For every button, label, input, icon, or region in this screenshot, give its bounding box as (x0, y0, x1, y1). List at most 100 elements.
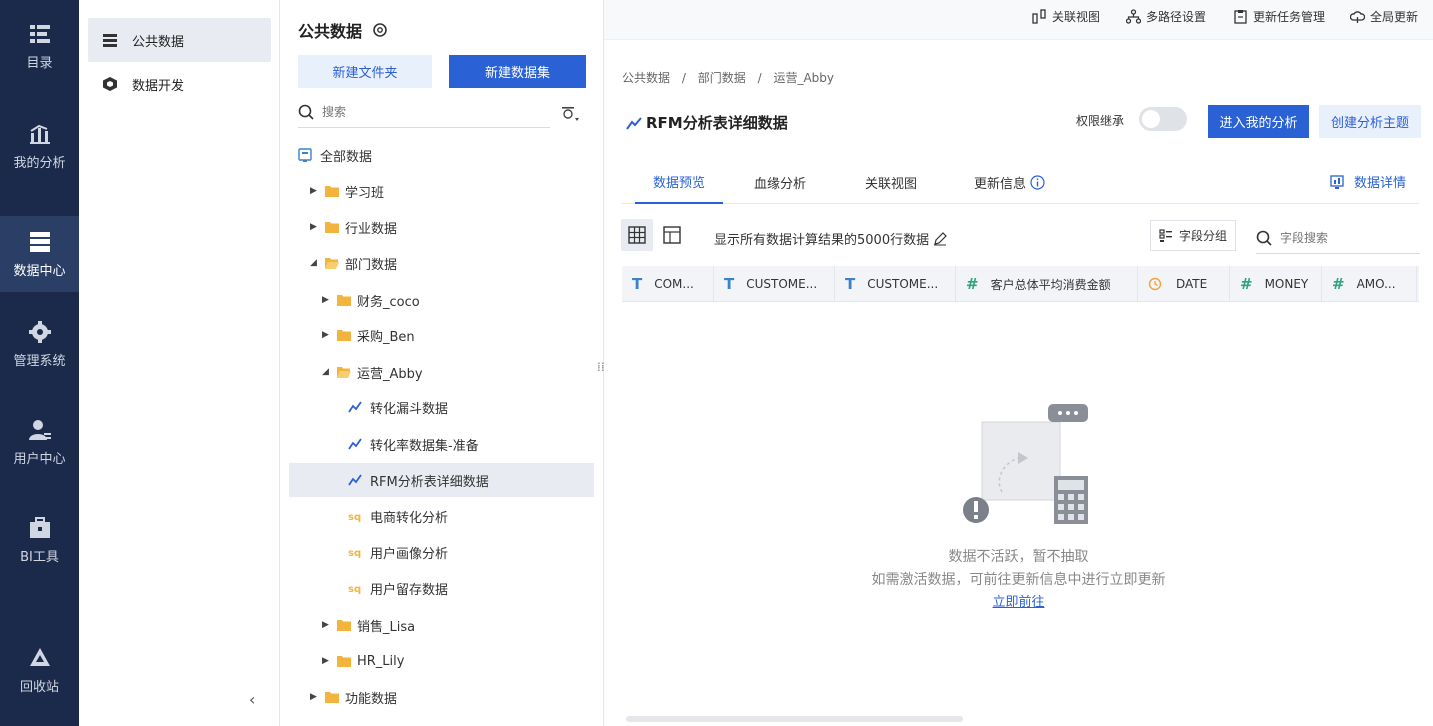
nav-item-catalog[interactable]: 目录 (0, 8, 79, 84)
tree-node-sql-dataset[interactable]: sql 用户留存数据 (348, 571, 448, 605)
cloud-icon (1350, 11, 1365, 23)
data-details-link[interactable]: 数据详情 (1330, 172, 1406, 191)
caret-right-icon[interactable]: ▶ (310, 692, 320, 702)
global-update-button[interactable]: 全局更新 (1350, 8, 1418, 25)
field-search (1256, 222, 1420, 254)
horizontal-scrollbar[interactable] (626, 716, 963, 722)
svg-text:sql: sql (348, 584, 362, 595)
column-name: DATE (1176, 277, 1208, 291)
svg-text:sql: sql (348, 512, 362, 523)
tree-node-folder[interactable]: ▶ 销售_Lisa (322, 608, 415, 642)
go-now-link[interactable]: 立即前往 (604, 591, 1433, 610)
caret-right-icon[interactable]: ▶ (322, 295, 332, 305)
caret-right-icon[interactable]: ▶ (322, 656, 332, 666)
nav-item-bi-tools[interactable]: BI工具 (0, 502, 79, 578)
column-header[interactable]: # AMO... (1322, 266, 1417, 302)
tree-node-label: 用户画像分析 (370, 546, 449, 562)
multipath-settings-button[interactable]: 多路径设置 (1126, 8, 1206, 25)
tree-node-all-data[interactable]: 全部数据 (298, 138, 372, 172)
app-root: 目录 我的分析 数据中心 管理系统 用户中心 BI工具 回收站 公共数据 数据开… (0, 0, 1433, 726)
column-header[interactable]: T CUSTOME... (714, 266, 835, 302)
tab-update-info[interactable]: 更新信息 (974, 160, 1045, 204)
hierarchy-icon (1126, 9, 1141, 24)
nav-item-data-center[interactable]: 数据中心 (0, 216, 79, 292)
tab-related-view[interactable]: 关联视图 (865, 160, 917, 204)
column-header[interactable]: # 客户总体平均消费金额 (956, 266, 1138, 302)
breadcrumb-item[interactable]: 运营_Abby (773, 71, 834, 85)
tree-node-folder[interactable]: ▶ 行业数据 (310, 210, 397, 244)
sort-filter-icon[interactable] (560, 103, 580, 123)
layout-icon (663, 226, 681, 244)
permission-inherit-toggle[interactable] (1139, 107, 1187, 131)
search-input[interactable] (322, 104, 522, 119)
detail-link-label: 数据详情 (1354, 176, 1407, 191)
text-type-icon: T (632, 275, 643, 293)
subnav-item-data-dev[interactable]: 数据开发 (88, 62, 271, 106)
edit-pencil-icon[interactable] (933, 231, 947, 246)
caret-right-icon[interactable]: ▶ (310, 222, 320, 232)
update-task-button[interactable]: 更新任务管理 (1233, 8, 1325, 25)
nav-item-admin[interactable]: 管理系统 (0, 306, 79, 382)
settings-gear-icon[interactable] (372, 22, 388, 38)
tree-node-dataset-selected[interactable]: RFM分析表详细数据 (289, 463, 594, 497)
tab-label: 数据预览 (652, 175, 705, 191)
info-icon[interactable] (1030, 174, 1045, 190)
tree-node-label: 转化率数据集-准备 (370, 438, 479, 454)
create-analysis-topic-button[interactable]: 创建分析主题 (1319, 105, 1421, 138)
tree-node-label: 电商转化分析 (370, 510, 449, 526)
collapse-sidebar-icon[interactable]: ‹ (249, 690, 265, 709)
enter-my-analysis-button[interactable]: 进入我的分析 (1208, 105, 1309, 138)
column-header[interactable]: T CUSTOME... (835, 266, 956, 302)
caret-down-icon[interactable]: ◢ (322, 367, 332, 377)
folder-open-icon (337, 367, 351, 378)
tree-node-folder[interactable]: ▶ 采购_Ben (322, 318, 415, 352)
caret-right-icon[interactable]: ▶ (322, 620, 332, 630)
dataset-line-icon (348, 401, 362, 413)
tree-node-folder[interactable]: ▶ 功能数据 (310, 680, 397, 714)
new-folder-button[interactable]: 新建文件夹 (298, 55, 432, 88)
tree-node-sql-dataset[interactable]: sql 电商转化分析 (348, 499, 448, 533)
column-header[interactable]: T COM... (622, 266, 714, 302)
caret-down-icon[interactable]: ◢ (310, 258, 320, 268)
tree-node-sql-dataset[interactable]: sql 用户画像分析 (348, 535, 448, 569)
nav-item-user-center[interactable]: 用户中心 (0, 404, 79, 480)
tab-lineage-analysis[interactable]: 血缘分析 (754, 160, 806, 204)
tree-node-label: RFM分析表详细数据 (370, 474, 489, 490)
column-name: COM... (654, 277, 694, 291)
column-name: MONEY (1264, 277, 1309, 291)
layout-view-button[interactable] (656, 219, 688, 251)
caret-right-icon[interactable]: ▶ (322, 330, 332, 340)
nav-item-my-analysis[interactable]: 我的分析 (0, 108, 79, 184)
breadcrumb-item[interactable]: 公共数据 (622, 71, 670, 85)
tree-node-folder-open[interactable]: ◢ 运营_Abby (322, 355, 423, 389)
tree-node-dataset[interactable]: 转化率数据集-准备 (348, 427, 479, 461)
tree-node-dataset[interactable]: 转化漏斗数据 (348, 390, 448, 424)
toolbox-icon (29, 516, 50, 538)
lineage-view-button[interactable]: 关联视图 (1032, 8, 1100, 25)
folder-icon (325, 692, 339, 703)
panel-title: 公共数据 (298, 18, 388, 42)
grid-view-button[interactable] (621, 219, 653, 251)
sub-nav: 公共数据 数据开发 ‹ (79, 0, 280, 726)
dataset-line-icon (348, 438, 362, 450)
tree-node-folder[interactable]: ▶ 财务_coco (322, 283, 420, 317)
toggle-knob (1142, 110, 1160, 128)
tree-node-folder[interactable]: ▶ HR_Lily (322, 644, 404, 678)
clipboard-icon (1234, 10, 1247, 24)
tree-node-folder-open[interactable]: ◢ 部门数据 (310, 246, 397, 280)
new-dataset-button[interactable]: 新建数据集 (449, 55, 586, 88)
list-icon (103, 34, 117, 47)
column-header[interactable]: # MONEY (1230, 266, 1322, 302)
nav-item-recycle[interactable]: 回收站 (0, 632, 79, 708)
field-group-button[interactable]: 字段分组 (1150, 220, 1236, 251)
field-search-input[interactable] (1280, 230, 1400, 245)
caret-right-icon[interactable]: ▶ (310, 186, 320, 196)
tab-label: 血缘分析 (754, 176, 807, 192)
tree-node-folder[interactable]: ▶ 学习班 (310, 174, 384, 208)
subnav-item-public-data[interactable]: 公共数据 (88, 18, 271, 62)
column-name: CUSTOME... (867, 277, 939, 291)
tab-data-preview[interactable]: 数据预览 (635, 160, 723, 204)
breadcrumb-item[interactable]: 部门数据 (698, 71, 746, 85)
column-header[interactable]: DATE (1138, 266, 1230, 302)
page-title-text: RFM分析表详细数据 (646, 114, 788, 132)
